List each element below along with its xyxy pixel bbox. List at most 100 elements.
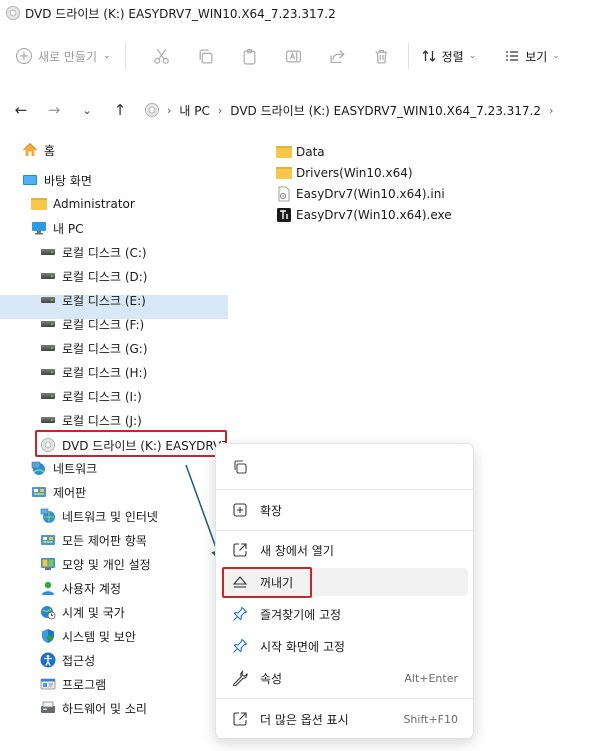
accessibility-icon [40, 652, 56, 668]
sidebar-item-local-disk-c[interactable]: 로컬 디스크 (C:) [40, 240, 147, 264]
menu-item-more-options[interactable]: 더 많은 옵션 표시 Shift+F10 [222, 705, 468, 733]
view-button[interactable]: 보기 ⌄ [504, 48, 560, 65]
sidebar-item-control-panel[interactable]: 제어판 [31, 480, 86, 504]
breadcrumb-dvd-drive[interactable]: DVD 드라이브 (K:) EASYDRV7_WIN10.X64_7.23.31… [230, 102, 541, 119]
sidebar-item-local-disk-h[interactable]: 로컬 디스크 (H:) [40, 360, 147, 384]
pin-icon [232, 638, 248, 654]
cut-button[interactable] [150, 44, 174, 68]
drive-icon [40, 268, 56, 284]
copy-icon [199, 48, 213, 64]
new-button[interactable]: + 새로 만들기 ⌄ [16, 48, 111, 65]
list-item[interactable]: EasyDrv7(Win10.x64).exe [276, 205, 452, 225]
sidebar-item-label: 네트워크 [53, 461, 98, 476]
sidebar-item-local-disk-d[interactable]: 로컬 디스크 (D:) [40, 264, 147, 288]
drive-icon [40, 244, 56, 260]
trash-icon [375, 49, 388, 64]
desktop-icon [22, 172, 38, 188]
delete-button[interactable] [370, 44, 394, 68]
share-button[interactable] [326, 44, 350, 68]
forward-button[interactable]: → [42, 98, 66, 122]
highlight-box-eject [222, 567, 312, 598]
sidebar-item-label: 사용자 계정 [62, 581, 122, 596]
sidebar-item-user-accounts[interactable]: 사용자 계정 [40, 576, 121, 600]
paste-button[interactable] [238, 44, 262, 68]
chevron-right-icon: › [549, 103, 554, 117]
sort-icon [422, 50, 436, 62]
drive-icon [40, 292, 56, 308]
sidebar-item-all-control-panel[interactable]: 모든 제어판 항목 [40, 528, 147, 552]
menu-item-properties[interactable]: 속성 Alt+Enter [222, 664, 468, 692]
up-button[interactable]: ↑ [108, 98, 132, 122]
list-item[interactable]: EasyDrv7(Win10.x64).ini [276, 184, 445, 204]
all-control-panel-icon [40, 532, 56, 548]
copy-menu-button[interactable] [222, 453, 468, 481]
rename-button[interactable] [282, 44, 306, 68]
sidebar-item-administrator[interactable]: Administrator [31, 192, 135, 216]
sidebar-item-label: 모든 제어판 항목 [62, 533, 147, 548]
menu-item-label: 확장 [260, 503, 283, 518]
sidebar-item-label: 로컬 디스크 (G:) [62, 341, 148, 356]
sidebar-item-home[interactable]: 홈 [22, 138, 55, 162]
sidebar-item-local-disk-j[interactable]: 로컬 디스크 (J:) [40, 408, 142, 432]
sidebar-item-label: 로컬 디스크 (D:) [62, 269, 148, 284]
toolbar-divider [124, 43, 126, 69]
sidebar-item-local-disk-i[interactable]: 로컬 디스크 (I:) [40, 384, 142, 408]
toolbar-divider [407, 43, 409, 69]
sidebar-item-label: 홈 [44, 143, 56, 158]
file-name: Data [296, 145, 325, 159]
menu-item-label: 즐겨찾기에 고정 [260, 607, 342, 622]
sidebar-item-programs[interactable]: 프로그램 [40, 672, 106, 696]
sidebar-item-local-disk-f[interactable]: 로컬 디스크 (F:) [40, 312, 144, 336]
list-item[interactable]: Data [276, 142, 325, 162]
menu-item-open-new-window[interactable]: 새 창에서 열기 [222, 536, 468, 564]
menu-item-pin-favorites[interactable]: 즐겨찾기에 고정 [222, 600, 468, 628]
menu-item-label: 시작 화면에 고정 [260, 639, 345, 654]
sidebar-item-system-security[interactable]: 시스템 및 보안 [40, 624, 136, 648]
scissors-icon [154, 48, 169, 64]
sidebar-item-desktop[interactable]: 바탕 화면 [22, 168, 92, 192]
sidebar-item-label: 로컬 디스크 (H:) [62, 365, 148, 380]
folder-icon [31, 196, 47, 212]
more-options-icon [232, 711, 248, 727]
menu-item-pin-start[interactable]: 시작 화면에 고정 [222, 632, 468, 660]
dvd-icon [6, 6, 20, 20]
sidebar-item-label: 로컬 디스크 (J:) [62, 413, 142, 428]
plus-icon: + [16, 48, 32, 64]
share-icon [330, 49, 345, 63]
title-bar: DVD 드라이브 (K:) EASYDRV7_WIN10.X64_7.23.31… [0, 0, 609, 26]
ini-file-icon [276, 186, 292, 202]
sidebar-item-label: 로컬 디스크 (I:) [62, 389, 142, 404]
address-box[interactable]: › 내 PC › DVD 드라이브 (K:) EASYDRV7_WIN10.X6… [133, 94, 609, 126]
sidebar-item-this-pc[interactable]: 내 PC [31, 216, 83, 240]
clock-region-icon [40, 604, 56, 620]
sidebar-item-label: 시계 및 국가 [62, 605, 125, 620]
sidebar-item-label: 모양 및 개인 설정 [62, 557, 151, 572]
sidebar-item-label: 로컬 디스크 (F:) [62, 317, 145, 332]
back-button[interactable]: ← [9, 98, 33, 122]
sort-button[interactable]: 정렬 ⌄ [421, 48, 476, 65]
sidebar-item-label: 네트워크 및 인터넷 [62, 509, 158, 524]
menu-item-expand[interactable]: 확장 [222, 496, 468, 524]
list-item[interactable]: Drivers(Win10.x64) [276, 163, 413, 183]
sidebar-item-clock-region[interactable]: 시계 및 국가 [40, 600, 125, 624]
chevron-down-icon: ⌄ [82, 103, 92, 117]
drive-icon [40, 364, 56, 380]
sidebar-item-accessibility[interactable]: 접근성 [40, 648, 95, 672]
chevron-down-icon: ⌄ [552, 51, 560, 61]
window-title: DVD 드라이브 (K:) EASYDRV7_WIN10.X64_7.23.31… [25, 6, 336, 21]
sidebar-item-appearance[interactable]: 모양 및 개인 설정 [40, 552, 151, 576]
sidebar-item-local-disk-e[interactable]: 로컬 디스크 (E:) [40, 288, 146, 312]
exe-file-icon [276, 207, 292, 223]
network-icon [31, 460, 47, 476]
sidebar-item-network-internet[interactable]: 네트워크 및 인터넷 [40, 504, 158, 528]
sort-button-label: 정렬 [441, 49, 464, 64]
chevron-down-icon: ⌄ [103, 51, 111, 61]
sidebar-item-hardware-sound[interactable]: 하드웨어 및 소리 [40, 696, 147, 720]
sidebar-item-network[interactable]: 네트워크 [31, 456, 97, 480]
copy-button[interactable] [194, 44, 218, 68]
file-name: EasyDrv7(Win10.x64).exe [296, 208, 452, 222]
sidebar-item-local-disk-g[interactable]: 로컬 디스크 (G:) [40, 336, 148, 360]
pin-icon [232, 606, 248, 622]
down-button[interactable]: ⌄ [75, 98, 99, 122]
breadcrumb-this-pc[interactable]: 내 PC [179, 102, 209, 119]
